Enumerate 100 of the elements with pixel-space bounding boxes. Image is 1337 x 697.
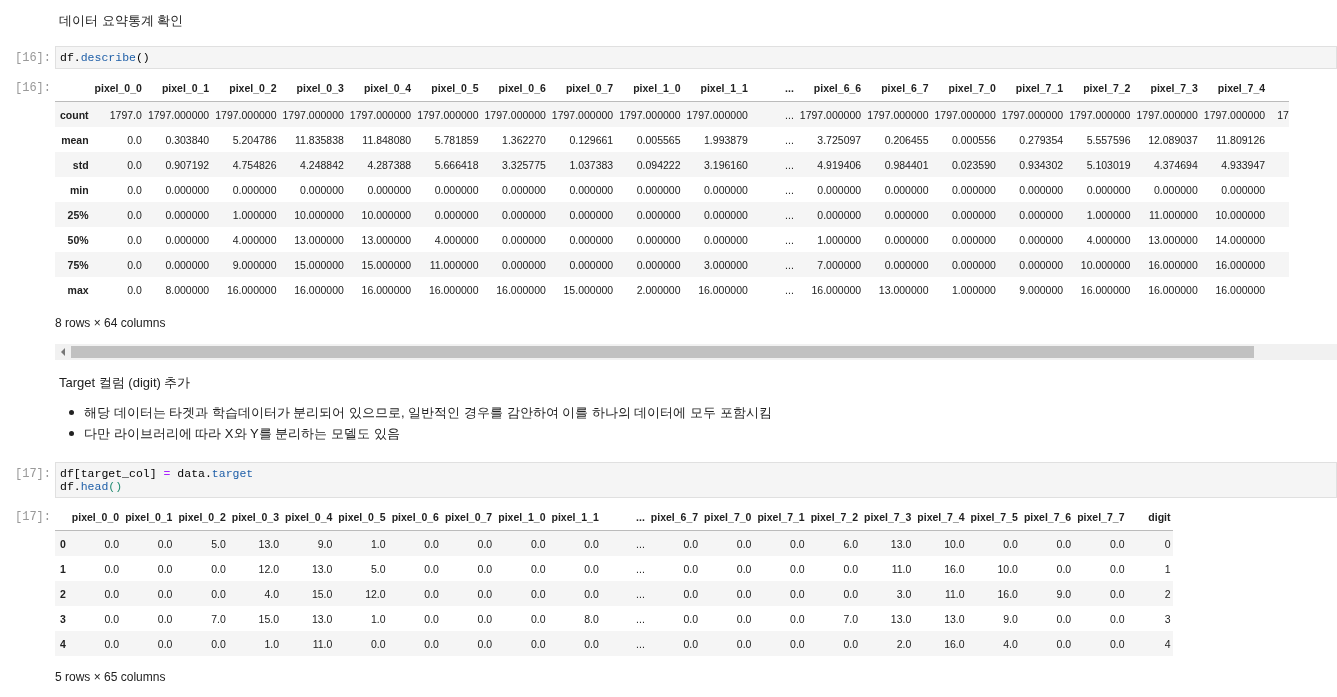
table-cell: 16.000000 (414, 277, 482, 302)
table-cell: 0.0 (91, 277, 145, 302)
table-cell: 0.0 (548, 530, 602, 556)
table-cell: ... (750, 152, 797, 177)
table-cell: 5.557596 (1066, 127, 1134, 152)
table-cell: 13.000000 (1133, 227, 1201, 252)
table-cell: 13.0 (914, 606, 968, 631)
table-cell: 5.204786 (212, 127, 280, 152)
scroll-left-icon[interactable] (61, 348, 65, 356)
table-cell: 1.037383 (548, 152, 617, 177)
bullet-text: 해당 데이터는 타겟과 학습데이터가 분리되어 있으므로, 일반적인 경우를 감안하여 이를 하나의 데이터에 모두 포함시킴 (84, 404, 772, 422)
table-cell: 9.000000 (998, 277, 1067, 302)
table-cell: 0.0 (807, 556, 861, 581)
code-line: df.head() (60, 480, 123, 493)
column-header: ... (750, 75, 797, 102)
table-cell: 1797.000000 (796, 101, 865, 127)
table-cell: 0.206455 (864, 127, 932, 152)
table-cell: 0.000000 (548, 227, 617, 252)
table-cell: 0.000000 (212, 177, 280, 202)
table-cell: 0.0 (122, 581, 176, 606)
table-cell: ... (601, 530, 648, 556)
table-cell: 4.000000 (1066, 227, 1134, 252)
markdown-text: 데이터 요약통계 확인 (59, 12, 185, 30)
scrollbar-thumb[interactable] (71, 346, 1254, 358)
table-cell: 0.000000 (144, 202, 213, 227)
table-cell: 0.0 (388, 581, 442, 606)
horizontal-scrollbar[interactable] (55, 344, 1337, 360)
table-cell: 0.000000 (1066, 177, 1134, 202)
table-cell: 4.374694 (1133, 152, 1201, 177)
column-header: pixel_7_2 (1066, 75, 1134, 102)
table-cell: 3.196160 (683, 152, 751, 177)
code-editor[interactable]: df.describe() (55, 46, 1337, 69)
table-cell: 0.023590 (931, 152, 999, 177)
table-cell: 0.000000 (683, 202, 751, 227)
column-header: pixel_0_4 (282, 504, 336, 531)
column-header: pixel_1_0 (495, 504, 549, 531)
table-cell: 1.993879 (683, 127, 751, 152)
table-cell: 0.0 (1074, 530, 1128, 556)
table-cell: 0.000000 (144, 252, 213, 277)
cell-prompt: [17]: (15, 467, 51, 481)
table-cell: 3.000000 (683, 252, 751, 277)
table-cell: 1 (1127, 556, 1174, 581)
column-header: pixel_0_2 (212, 75, 280, 102)
table-cell: 11.0 (282, 631, 336, 656)
column-header: pixel_7_5 (967, 504, 1021, 531)
table-cell: 7.0 (175, 606, 229, 631)
table-cell: 0.000000 (931, 252, 999, 277)
table-cell: 11.0 (914, 581, 968, 606)
table-cell: 9.0 (1020, 581, 1075, 606)
table-cell: 0.0 (548, 631, 602, 656)
column-header: pixel_0_2 (175, 504, 229, 531)
row-index: 0 (55, 530, 69, 556)
row-index: 1 (55, 556, 69, 581)
column-header: pixel_0_5 (335, 504, 389, 531)
table-cell: 0.0 (335, 631, 389, 656)
table-cell: 15.000000 (279, 252, 347, 277)
table-cell: 16.000000 (796, 277, 865, 302)
table-cell: 10.000000 (279, 202, 347, 227)
column-header: pixel_0_0 (91, 75, 145, 102)
table-cell: 4.000000 (414, 227, 482, 252)
table-cell: 5.666418 (414, 152, 482, 177)
table-cell: 1797.000000 (1200, 101, 1269, 127)
table-cell: 13.0 (861, 530, 915, 556)
table-cell: 0.0 (388, 556, 442, 581)
table-cell: 0.0 (647, 606, 702, 631)
table-cell: 0.0 (122, 631, 176, 656)
table-cell: 17 (1268, 101, 1289, 127)
column-header: digit (1127, 504, 1174, 531)
table-cell: ... (601, 631, 648, 656)
table-cell: 4.000000 (212, 227, 280, 252)
table-cell: 0.0 (754, 530, 808, 556)
column-header: pixel_7_4 (914, 504, 968, 531)
table-cell: 0.0 (122, 606, 176, 631)
table-cell: 0.0 (388, 530, 442, 556)
table-cell: 0.934302 (998, 152, 1067, 177)
table-cell: 16.000000 (346, 277, 415, 302)
table-cell: 0.0 (548, 556, 602, 581)
table-cell: 0.0 (91, 227, 145, 252)
table-cell: 0.000000 (683, 177, 751, 202)
code-editor[interactable]: df[target_col] = data.target df.head() (55, 462, 1337, 498)
table-cell: 0.000556 (931, 127, 999, 152)
table-cell: 0.279354 (998, 127, 1067, 152)
table-cell: 0.0 (1020, 556, 1075, 581)
table-cell: 0.000000 (683, 227, 751, 252)
table-cell: 12.0 (228, 556, 283, 581)
table-cell: 0.000000 (144, 177, 213, 202)
table-cell: 1797.000000 (998, 101, 1067, 127)
table-cell: 1797.000000 (616, 101, 684, 127)
table-cell: 1797.000000 (414, 101, 482, 127)
table-cell: 0.0 (388, 606, 442, 631)
table-cell: 11.0 (861, 556, 915, 581)
table-cell: 3 (1127, 606, 1174, 631)
table-cell: 0.0 (754, 556, 808, 581)
table-cell: 1.000000 (212, 202, 280, 227)
table-cell: 13.000000 (279, 227, 347, 252)
table-cell: 0.0 (701, 631, 755, 656)
table-cell: 0.000000 (414, 202, 482, 227)
bullet-icon (69, 431, 74, 436)
table-cell: 11.809126 (1200, 127, 1269, 152)
table-cell: 0.0 (754, 581, 808, 606)
